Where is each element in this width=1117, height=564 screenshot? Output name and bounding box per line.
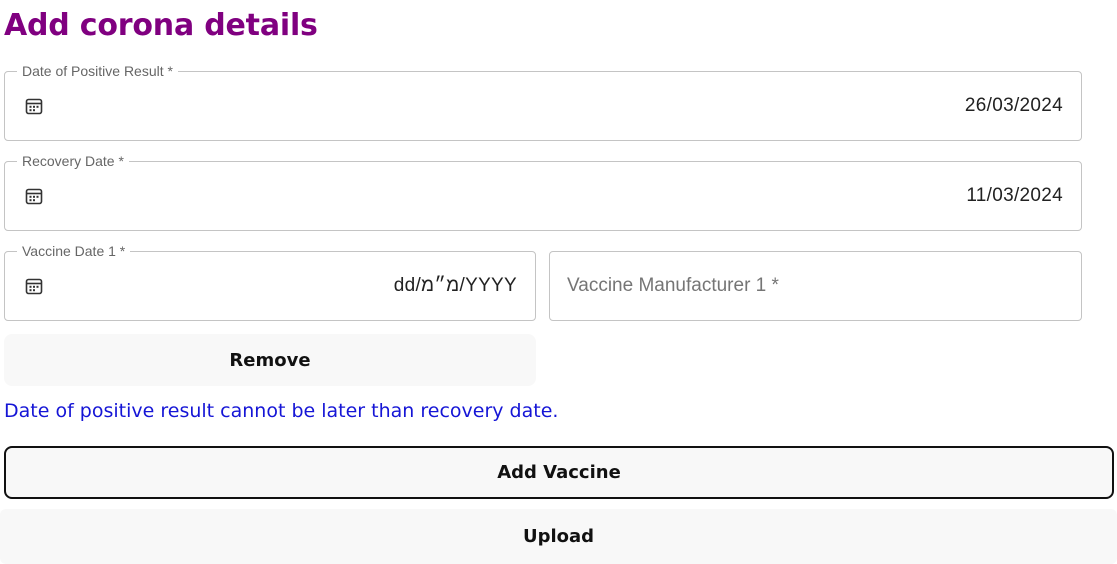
- remove-vaccine-button[interactable]: Remove: [4, 334, 536, 386]
- vaccine-manufacturer-placeholder[interactable]: Vaccine Manufacturer 1 *: [567, 275, 779, 297]
- positive-result-date-value[interactable]: 26/03/2024: [965, 95, 1063, 117]
- vaccine-date-value[interactable]: dd/מ״מ/YYYY: [394, 275, 517, 297]
- add-vaccine-button-label: Add Vaccine: [497, 462, 621, 483]
- vaccine-date-label: Vaccine Date 1 *: [17, 243, 131, 259]
- recovery-date-field[interactable]: Recovery Date * 11/03/2024: [4, 153, 1082, 231]
- calendar-icon[interactable]: [24, 276, 44, 296]
- positive-result-date-field[interactable]: Date of Positive Result * 26/03/2024: [4, 63, 1082, 141]
- upload-button-label: Upload: [522, 526, 595, 547]
- upload-button[interactable]: Upload: [0, 509, 1117, 564]
- recovery-date-label: Recovery Date *: [17, 153, 129, 169]
- positive-result-date-label: Date of Positive Result *: [17, 63, 178, 79]
- validation-error-message: Date of positive result cannot be later …: [4, 400, 559, 422]
- vaccine-manufacturer-field[interactable]: Vaccine Manufacturer 1 *: [549, 251, 1082, 321]
- vaccine-date-field[interactable]: Vaccine Date 1 * dd/מ״מ/YYYY: [4, 243, 536, 321]
- calendar-icon[interactable]: [24, 96, 44, 116]
- recovery-date-value[interactable]: 11/03/2024: [966, 185, 1063, 207]
- page-title: Add corona details: [4, 8, 318, 43]
- add-vaccine-button[interactable]: Add Vaccine: [4, 446, 1114, 499]
- calendar-icon[interactable]: [24, 186, 44, 206]
- remove-vaccine-button-label: Remove: [229, 349, 311, 371]
